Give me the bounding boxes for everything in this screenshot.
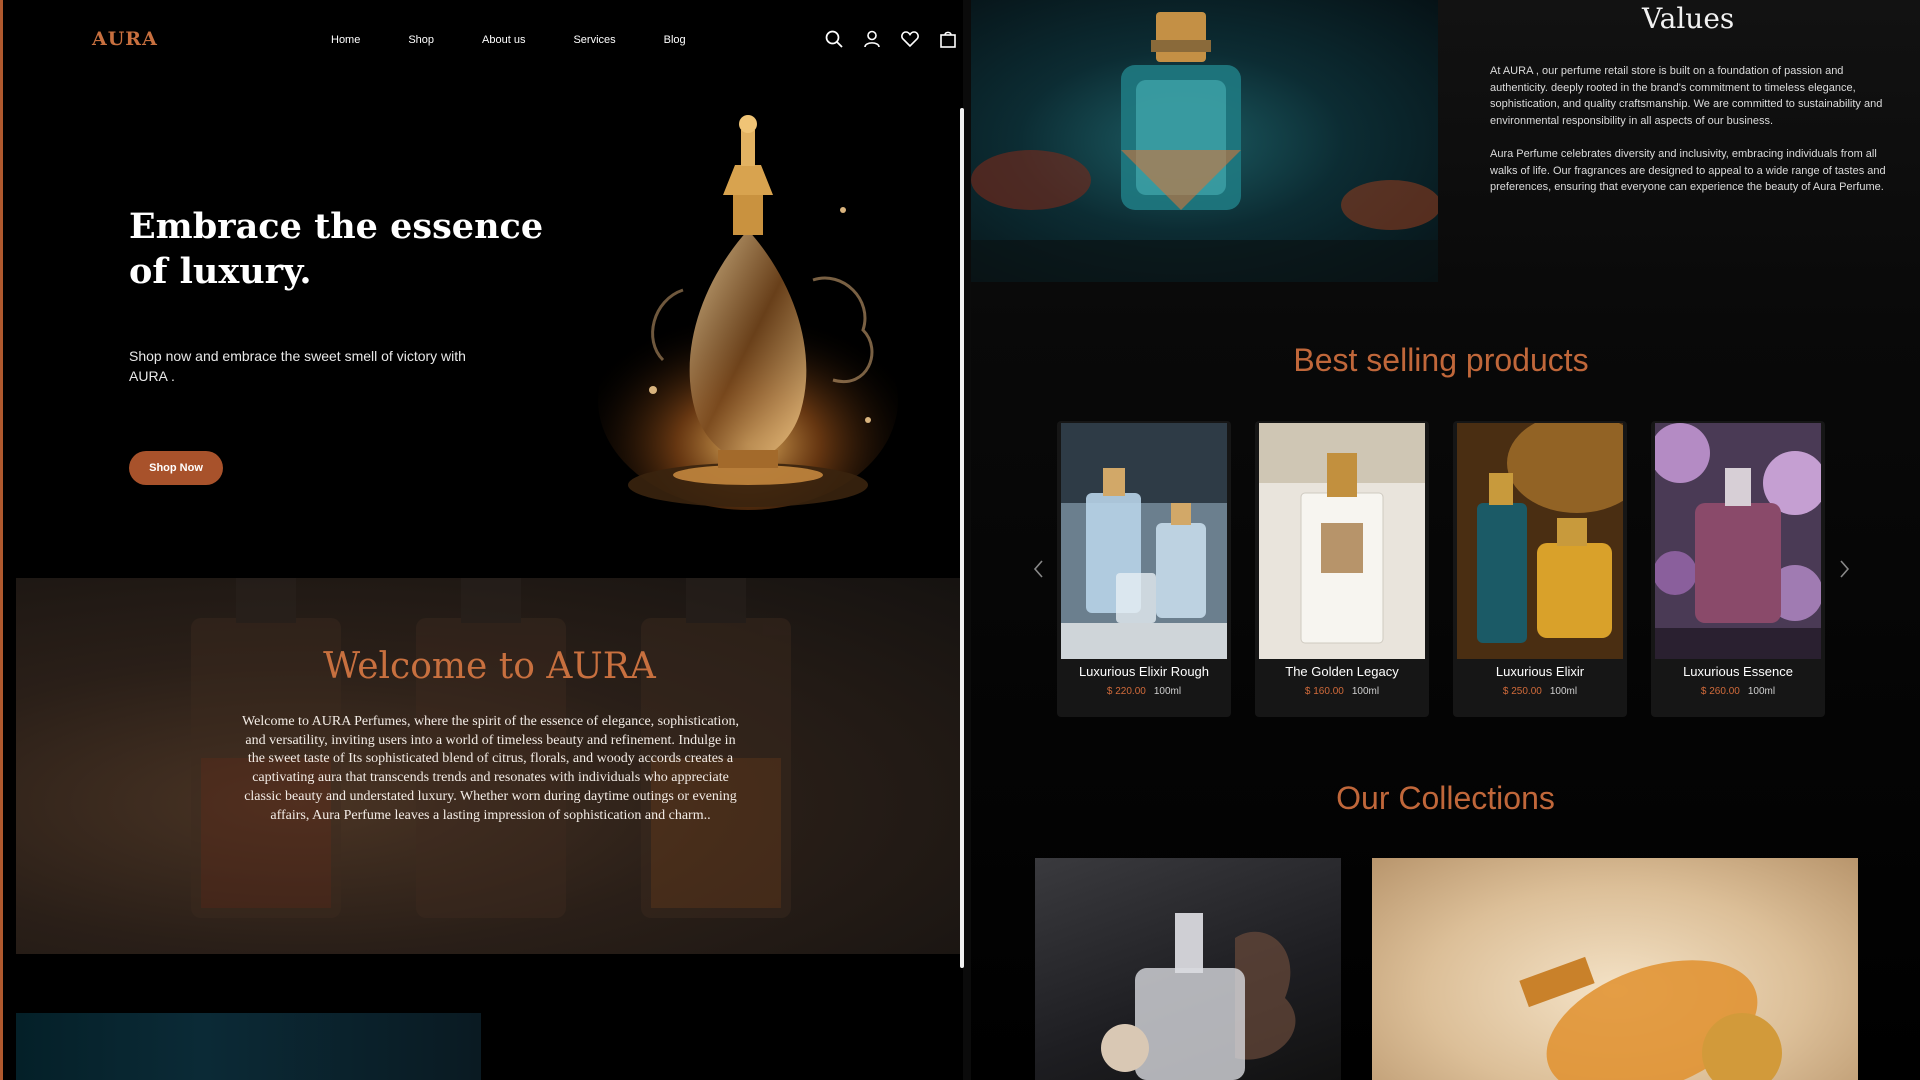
product-name: Luxurious Essence [1683, 664, 1793, 679]
welcome-section: Welcome to AURA Welcome to AURA Perfumes… [16, 578, 963, 954]
product-price: $ 250.00 [1502, 686, 1542, 697]
home-page-panel: AURA Home Shop About us Services Blog Em… [0, 0, 963, 1080]
product-name: Luxurious Elixir [1495, 664, 1585, 679]
product-image [1259, 423, 1425, 659]
hero-title: Embrace the essence of luxury. [129, 206, 544, 292]
heart-icon[interactable] [899, 28, 921, 50]
nav-link-services[interactable]: Services [573, 34, 615, 46]
product-meta: $ 250.00 100ml [1453, 686, 1627, 697]
nav-link-about[interactable]: About us [482, 34, 525, 46]
carousel-prev-icon[interactable] [1031, 558, 1047, 580]
product-meta: $ 260.00 100ml [1651, 686, 1825, 697]
top-navigation: AURA Home Shop About us Services Blog [3, 0, 963, 80]
nav-link-blog[interactable]: Blog [664, 34, 686, 46]
brand-logo[interactable]: AURA [92, 28, 158, 50]
hero-subtitle: Shop now and embrace the sweet smell of … [129, 348, 466, 384]
product-card[interactable]: Luxurious Elixir $ 250.00 100ml [1453, 421, 1627, 717]
about-page-panel: Values At AURA , our perfume retail stor… [971, 0, 1920, 1080]
product-image [1457, 423, 1623, 659]
product-meta: $ 220.00 100ml [1057, 686, 1231, 697]
product-price: $ 160.00 [1304, 686, 1344, 697]
nav-link-home[interactable]: Home [331, 34, 360, 46]
next-section-image [16, 1013, 481, 1080]
product-price: $ 260.00 [1700, 686, 1740, 697]
product-size: 100ml [1747, 686, 1776, 697]
search-icon[interactable] [823, 28, 845, 50]
best-selling-title: Best selling products [1293, 342, 1589, 378]
welcome-title: Welcome to AURA [323, 646, 656, 687]
values-text: At AURA , our perfume retail store is bu… [1490, 63, 1890, 213]
product-meta: $ 160.00 100ml [1255, 686, 1429, 697]
nav-link-shop[interactable]: Shop [408, 34, 434, 46]
nav-icons [823, 28, 975, 50]
product-size: 100ml [1153, 686, 1182, 697]
collection-image[interactable] [1035, 858, 1341, 1080]
collections-title: Our Collections [1336, 780, 1555, 816]
product-image [1061, 423, 1227, 659]
hero-perfume-image [583, 90, 903, 530]
product-card[interactable]: Luxurious Elixir Rough $ 220.00 100ml [1057, 421, 1231, 717]
nav-links: Home Shop About us Services Blog [331, 34, 734, 46]
product-size: 100ml [1549, 686, 1578, 697]
product-image [1655, 423, 1821, 659]
values-title: Values [1642, 2, 1735, 35]
product-size: 100ml [1351, 686, 1380, 697]
collection-image[interactable] [1372, 858, 1858, 1080]
bag-icon[interactable] [937, 28, 959, 50]
scrollbar[interactable] [960, 108, 964, 968]
product-price: $ 220.00 [1106, 686, 1146, 697]
product-card[interactable]: Luxurious Essence $ 260.00 100ml [1651, 421, 1825, 717]
values-paragraph: Aura Perfume celebrates diversity and in… [1490, 148, 1886, 193]
welcome-text: Welcome to AURA Perfumes, where the spir… [242, 714, 739, 823]
values-perfume-image [971, 0, 1438, 282]
product-card[interactable]: The Golden Legacy $ 160.00 100ml [1255, 421, 1429, 717]
user-icon[interactable] [861, 28, 883, 50]
product-carousel: Luxurious Elixir Rough $ 220.00 100ml The… [1057, 421, 1849, 717]
product-name: The Golden Legacy [1285, 664, 1399, 679]
product-name: Luxurious Elixir Rough [1078, 664, 1210, 679]
values-paragraph: At AURA , our perfume retail store is bu… [1490, 65, 1883, 127]
shop-now-button[interactable]: Shop Now [129, 451, 223, 485]
